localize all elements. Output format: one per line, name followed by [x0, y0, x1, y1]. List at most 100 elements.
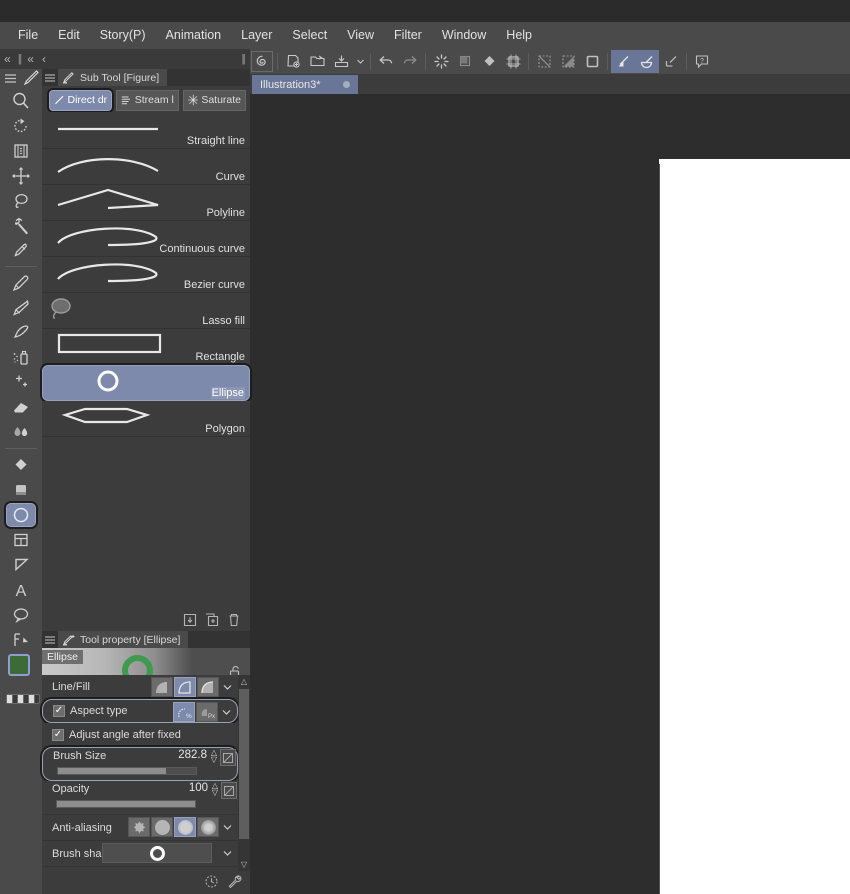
fill-icon[interactable]	[477, 50, 501, 73]
sub-tool-item-continuous-curve[interactable]: Continuous curve	[42, 221, 250, 257]
move-layer-tool[interactable]	[0, 138, 42, 163]
brush-size-slider[interactable]	[57, 767, 197, 775]
menu-item-window[interactable]: Window	[432, 25, 496, 46]
adjust-angle-checkbox[interactable]: ✓	[52, 728, 64, 741]
line-fill-option-line-only[interactable]	[197, 677, 219, 697]
ruler-tool[interactable]	[0, 552, 42, 577]
aspect-type-dropdown-icon[interactable]	[219, 702, 233, 722]
tool-property-brush-shape-row[interactable]: Brush shape	[42, 841, 238, 867]
line-fill-option-line-and-fill[interactable]	[174, 677, 196, 697]
menu-item-animation[interactable]: Animation	[156, 25, 232, 46]
aspect-type-option-percent[interactable]: %	[173, 702, 195, 722]
scale-selection-icon[interactable]	[659, 50, 683, 73]
menu-item-help[interactable]: Help	[496, 25, 542, 46]
aspect-type-checkbox[interactable]: ✓	[53, 705, 65, 717]
brush-size-stepper[interactable]: △ ▽	[211, 749, 217, 764]
foreground-color-swatch[interactable]	[8, 654, 30, 676]
fill-tool[interactable]	[0, 477, 42, 502]
tool-property-opacity-row[interactable]: Opacity 100 △ ▽	[42, 781, 238, 815]
anti-aliasing-option-strong[interactable]	[197, 817, 219, 837]
sub-tool-item-bezier-curve[interactable]: Bezier curve	[42, 257, 250, 293]
shrink-selection-icon[interactable]	[611, 50, 635, 73]
chevron-down-icon[interactable]	[353, 50, 367, 73]
eraser-tool[interactable]	[0, 395, 42, 420]
collapse-single-icon[interactable]: ‹	[38, 52, 50, 66]
open-file-icon[interactable]	[305, 50, 329, 73]
opacity-stepper[interactable]: △ ▽	[212, 782, 218, 797]
sub-tool-item-straight-line[interactable]: Straight line	[42, 113, 250, 149]
sub-tool-item-polyline[interactable]: Polyline	[42, 185, 250, 221]
collapse-subtool-icon[interactable]: «	[23, 52, 38, 66]
invert-selection-icon[interactable]	[556, 50, 580, 73]
undo-icon[interactable]	[374, 50, 398, 73]
toolbar-menu-icon[interactable]	[2, 71, 18, 86]
anti-aliasing-dropdown-icon[interactable]	[220, 817, 234, 837]
menu-item-file[interactable]: File	[8, 25, 48, 46]
menu-item-layer[interactable]: Layer	[231, 25, 282, 46]
pen-tool[interactable]	[0, 270, 42, 295]
sub-tool-item-lasso-fill[interactable]: Lasso fill	[42, 293, 250, 329]
scroll-down-icon[interactable]: ▽	[238, 858, 250, 871]
menu-item-select[interactable]: Select	[282, 25, 337, 46]
pencil-tool[interactable]	[0, 295, 42, 320]
transparent-color-swatch[interactable]	[6, 694, 40, 704]
line-fill-option-fill-only[interactable]	[151, 677, 173, 697]
new-document-icon[interactable]	[281, 50, 305, 73]
anti-aliasing-option-medium[interactable]	[174, 817, 196, 837]
document-tab-illustration3[interactable]: Illustration3*	[252, 75, 358, 94]
auto-select-tool[interactable]	[0, 213, 42, 238]
magnifier-tool[interactable]	[0, 88, 42, 113]
tool-property-anti-aliasing-row[interactable]: Anti-aliasing	[42, 815, 238, 841]
menu-item-filter[interactable]: Filter	[384, 25, 432, 46]
scroll-up-icon[interactable]: △	[238, 675, 250, 688]
brush-size-settings-button[interactable]	[220, 749, 236, 766]
frame-border-tool[interactable]	[0, 527, 42, 552]
decoration-tool[interactable]	[0, 370, 42, 395]
canvas-area[interactable]	[250, 94, 850, 894]
import-sub-tool-icon[interactable]	[182, 612, 198, 628]
tool-settings-wrench-icon[interactable]	[227, 874, 242, 894]
tool-property-adjust-angle-row[interactable]: ✓ Adjust angle after fixed	[42, 723, 238, 747]
brush-shape-preview[interactable]	[102, 843, 212, 863]
duplicate-sub-tool-icon[interactable]	[204, 612, 220, 628]
correct-line-tool[interactable]	[0, 627, 42, 652]
lasso-select-tool[interactable]	[0, 188, 42, 213]
menu-item-edit[interactable]: Edit	[48, 25, 90, 46]
unsaved-indicator-icon[interactable]	[342, 81, 350, 88]
text-tool[interactable]: A	[0, 577, 42, 602]
brush-shape-dropdown-icon[interactable]	[220, 843, 234, 863]
menu-item-story[interactable]: Story(P)	[90, 25, 156, 46]
help-icon[interactable]: ?	[690, 50, 714, 73]
expand-selection-icon[interactable]	[635, 50, 659, 73]
sub-tool-item-curve[interactable]: Curve	[42, 149, 250, 185]
deselect-icon[interactable]	[532, 50, 556, 73]
delete-sub-tool-icon[interactable]	[226, 612, 242, 628]
balloon-tool[interactable]	[0, 602, 42, 627]
anti-aliasing-option-weak[interactable]	[151, 817, 173, 837]
fill-outside-selection-icon[interactable]	[453, 50, 477, 73]
sub-tool-item-polygon[interactable]: Polygon	[42, 401, 250, 437]
sub-tool-group-saturate[interactable]: Saturate	[182, 89, 247, 111]
airbrush-tool[interactable]	[0, 345, 42, 370]
sub-tool-panel-menu-icon[interactable]	[42, 73, 58, 82]
tool-property-aspect-type-row[interactable]: ✓ Aspect type % Px	[42, 699, 238, 723]
sub-tool-item-rectangle[interactable]: Rectangle	[42, 329, 250, 365]
panel-grip-2[interactable]: |||	[238, 53, 250, 65]
clear-icon[interactable]	[429, 50, 453, 73]
clip-studio-logo-icon[interactable]	[250, 50, 274, 73]
redo-icon[interactable]	[398, 50, 422, 73]
tool-property-scrollbar[interactable]: △ ▽	[238, 675, 250, 871]
save-icon[interactable]	[329, 50, 353, 73]
anti-aliasing-option-none[interactable]	[128, 817, 150, 837]
canvas-paper[interactable]	[659, 159, 850, 894]
sub-tool-item-ellipse[interactable]: Ellipse	[42, 365, 250, 401]
reset-to-default-icon[interactable]	[204, 874, 219, 894]
collapse-left-icon[interactable]: «	[0, 52, 15, 66]
eyedropper-tool[interactable]	[0, 238, 42, 263]
opacity-slider[interactable]	[56, 800, 196, 808]
brush-tool[interactable]	[0, 320, 42, 345]
blend-tool[interactable]	[0, 420, 42, 445]
gradient-tool[interactable]	[0, 452, 42, 477]
aspect-type-option-pixel[interactable]: Px	[196, 702, 218, 722]
menu-item-view[interactable]: View	[337, 25, 384, 46]
